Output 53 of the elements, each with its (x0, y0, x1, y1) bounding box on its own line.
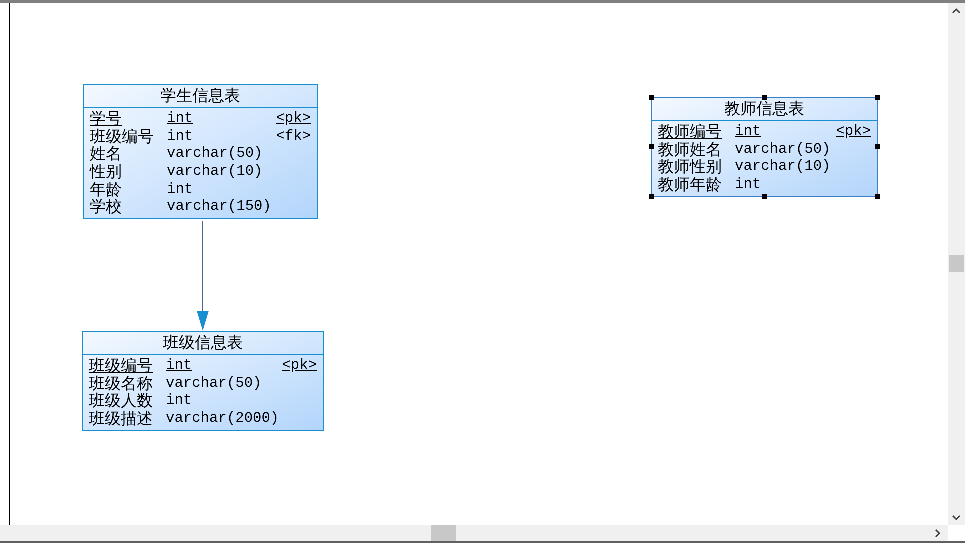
scrollbar-thumb[interactable] (431, 525, 456, 541)
column-type: int (735, 176, 762, 194)
key-label: <pk> (276, 110, 311, 128)
column-type: int (166, 356, 192, 375)
column-name: 班级编号 (90, 128, 155, 146)
selection-handle[interactable] (762, 194, 767, 199)
column-type: int (167, 180, 194, 199)
selection-handle[interactable] (875, 95, 880, 100)
entity-table[interactable]: 教师信息表 教师编号 int <pk> 教师姓名 varchar(50) 教师性别 varchar(10) 教师年龄 int (651, 97, 878, 197)
column-type: varchar(50) (735, 140, 831, 159)
column-name: 班级编号 (89, 356, 154, 375)
column-type: int (167, 110, 194, 128)
entity-table[interactable]: 学生信息表 学号 int <pk> 班级编号 int <fk> 姓名 varchar(50) 性别 varchar(10) 年龄 int 学校 varchar(150) (83, 84, 318, 220)
column-type: int (735, 122, 762, 141)
entity-table[interactable]: 班级信息表 班级编号 int <pk> 班级名称 varchar(50) 班级人数 int 班级描述 varchar(2000) (82, 331, 324, 431)
column-type: varchar(10) (735, 158, 831, 176)
selection-handle[interactable] (762, 95, 767, 100)
horizontal-scrollbar[interactable] (0, 525, 948, 541)
column-name: 教师编号 (658, 122, 723, 141)
selection-handle[interactable] (875, 144, 880, 150)
column-name: 年龄 (90, 180, 123, 199)
selection-handle[interactable] (649, 144, 654, 150)
column-name: 性别 (90, 162, 123, 181)
column-type: int (166, 392, 192, 410)
table-title: 班级信息表 (83, 332, 323, 355)
column-name: 学校 (90, 198, 123, 216)
column-type: varchar(150) (167, 198, 272, 216)
up-chevron-icon[interactable] (952, 8, 961, 14)
column-name: 学号 (90, 110, 123, 128)
relationship-arrow[interactable] (196, 221, 210, 331)
column-type: varchar(50) (167, 145, 263, 164)
column-name: 教师性别 (658, 158, 723, 176)
down-chevron-icon[interactable] (952, 515, 961, 521)
vertical-scrollbar[interactable] (948, 3, 965, 525)
key-label: <pk> (836, 122, 871, 141)
right-chevron-icon[interactable] (935, 529, 941, 538)
column-type: varchar(2000) (166, 410, 280, 428)
column-name: 姓名 (90, 145, 123, 164)
selection-handle[interactable] (649, 95, 654, 100)
column-name: 班级人数 (89, 392, 154, 410)
column-name: 班级名称 (89, 374, 154, 393)
selection-handle[interactable] (875, 194, 880, 199)
key-label: <pk> (282, 356, 317, 375)
column-name: 教师年龄 (658, 176, 723, 194)
selection-handle[interactable] (649, 194, 654, 199)
key-label: <fk> (276, 128, 311, 146)
scrollbar-thumb[interactable] (949, 255, 964, 272)
column-name: 教师姓名 (658, 140, 723, 159)
table-title: 学生信息表 (84, 85, 317, 108)
column-name: 班级描述 (89, 410, 154, 428)
column-type: int (167, 128, 194, 146)
column-type: varchar(50) (166, 374, 262, 393)
column-type: varchar(10) (167, 162, 263, 181)
